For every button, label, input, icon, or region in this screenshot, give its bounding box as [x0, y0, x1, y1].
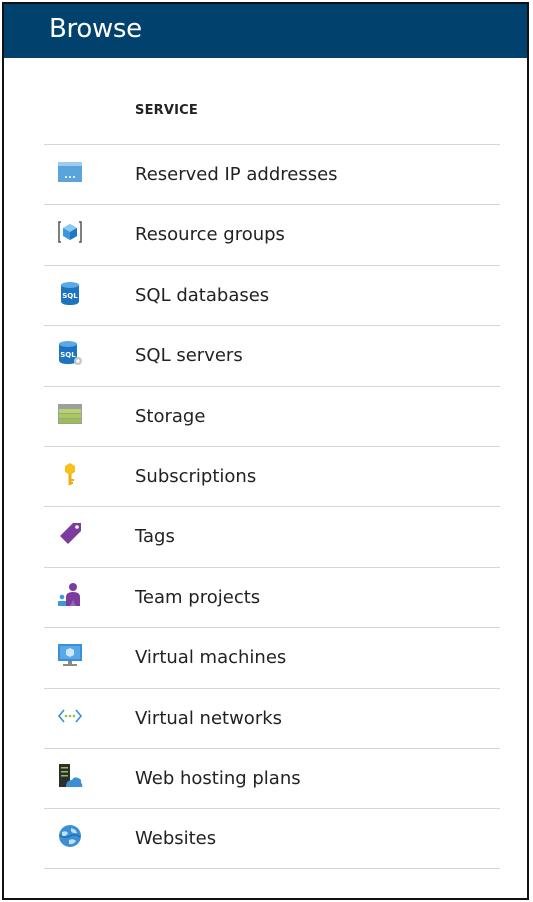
service-column-header: SERVICE [135, 103, 198, 118]
sql-server-icon: SQL [57, 340, 83, 366]
list-item-label: Web hosting plans [135, 767, 301, 789]
list-item-tags[interactable]: Tags [44, 506, 500, 566]
list-item-reserved-ip-addresses[interactable]: Reserved IP addresses [44, 144, 500, 204]
list-item-label: Team projects [135, 586, 261, 608]
list-item-sql-servers[interactable]: SQL SQL servers [44, 325, 500, 385]
list-item-storage[interactable]: Storage [44, 385, 500, 446]
list-item-label: Resource groups [135, 224, 285, 246]
svg-text:SQL: SQL [62, 292, 78, 300]
list-item-resource-groups[interactable]: Resource groups [44, 204, 500, 264]
list-item-label: Tags [135, 526, 175, 548]
virtual-machine-icon [57, 642, 83, 668]
list-item-subscriptions[interactable]: Subscriptions [44, 445, 500, 506]
list-item-label: Virtual networks [135, 707, 283, 729]
list-item-label: SQL databases [135, 284, 270, 306]
blade-header: Browse [4, 4, 527, 58]
tag-icon [57, 521, 83, 547]
svg-text:SQL: SQL [60, 351, 76, 359]
list-item-label: Storage [135, 405, 206, 427]
resource-group-icon [57, 219, 83, 245]
list-item-sql-databases[interactable]: SQL SQL databases [44, 264, 500, 325]
sql-database-icon: SQL [57, 280, 83, 306]
list-item-label: Websites [135, 828, 217, 850]
key-icon [57, 461, 83, 487]
storage-icon [57, 401, 83, 427]
list-item-label: Subscriptions [135, 465, 257, 487]
browse-blade: Browse SERVICE Reserved IP addresses Res… [2, 2, 529, 900]
list-item-label: Virtual machines [135, 647, 287, 669]
list-item-virtual-machines[interactable]: Virtual machines [44, 627, 500, 687]
team-projects-icon [57, 582, 83, 608]
list-item-websites[interactable]: Websites [44, 808, 500, 869]
list-item-team-projects[interactable]: Team projects [44, 566, 500, 627]
website-icon [57, 823, 83, 849]
list-item-label: Reserved IP addresses [135, 164, 338, 185]
reserved-ip-icon [57, 159, 83, 185]
list-item-web-hosting-plans[interactable]: Web hosting plans [44, 747, 500, 808]
list-item-virtual-networks[interactable]: Virtual networks [44, 687, 500, 748]
list-item-label: SQL servers [135, 345, 243, 367]
blade-title: Browse [49, 14, 142, 44]
virtual-network-icon [57, 703, 83, 729]
web-hosting-plan-icon [57, 763, 83, 789]
service-list: Reserved IP addresses Resource groups SQ… [44, 144, 500, 869]
